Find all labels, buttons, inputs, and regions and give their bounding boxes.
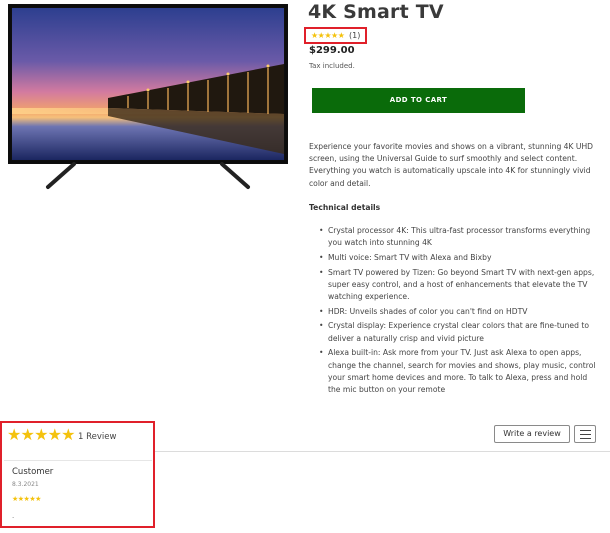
feature-item: HDR: Unveils shades of color you can't f…: [319, 306, 600, 318]
feature-item: Multi voice: Smart TV with Alexa and Bix…: [319, 252, 600, 264]
hamburger-menu-icon[interactable]: [574, 425, 596, 443]
rating-summary-link[interactable]: ★★★★★ (1): [304, 27, 367, 44]
review-divider: [4, 460, 152, 461]
reviews-section: ★★★★★ 1 Review Customer 8.3.2021 ★★★★★ .: [0, 421, 155, 528]
tax-note: Tax included.: [309, 62, 355, 70]
review-stars-icon: ★★★★★: [12, 495, 41, 503]
technical-details-heading: Technical details: [309, 203, 381, 212]
feature-list: Crystal processor 4K: This ultra-fast pr…: [319, 225, 600, 399]
product-price: $299.00: [309, 45, 355, 56]
product-description: Experience your favorite movies and show…: [309, 142, 594, 188]
rating-count: (1): [349, 31, 361, 40]
review-author: Customer: [12, 467, 54, 477]
feature-item: Alexa built-in: Ask more from your TV. J…: [319, 347, 600, 396]
product-title: 4K Smart TV: [308, 1, 444, 23]
write-review-button[interactable]: Write a review: [494, 425, 570, 443]
reviews-divider: [155, 451, 610, 452]
rating-stars-icon: ★★★★★: [311, 31, 345, 40]
review-date: 8.3.2021: [12, 481, 39, 488]
feature-item: Smart TV powered by Tizen: Go beyond Sma…: [319, 267, 600, 304]
tv-image: [8, 4, 288, 189]
review-body: .: [12, 512, 15, 520]
review-count: 1 Review: [78, 432, 117, 442]
review-summary-stars-icon: ★★★★★: [7, 425, 76, 444]
feature-item: Crystal display: Experience crystal clea…: [319, 320, 600, 344]
add-to-cart-button[interactable]: ADD TO CART: [312, 88, 525, 113]
feature-item: Crystal processor 4K: This ultra-fast pr…: [319, 225, 600, 249]
